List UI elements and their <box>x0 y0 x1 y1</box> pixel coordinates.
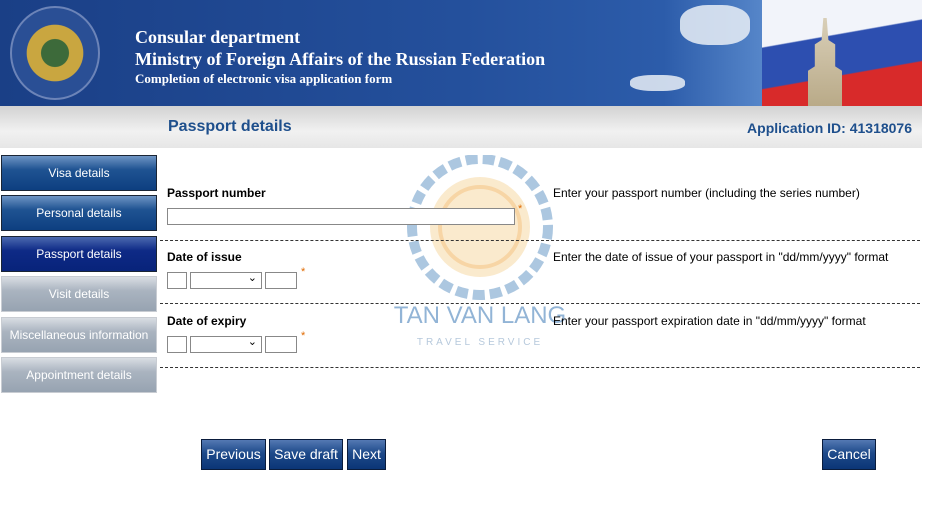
cloud-decoration <box>630 75 685 91</box>
save-draft-button[interactable]: Save draft <box>269 439 343 470</box>
divider <box>160 367 920 368</box>
expiry-month-select[interactable]: ⌄ <box>190 336 262 353</box>
sidebar-item-visit-details: Visit details <box>1 276 157 312</box>
sidebar-item-visa-details[interactable]: Visa details <box>1 155 157 191</box>
watermark-tagline: TRAVEL SERVICE <box>417 337 543 348</box>
date-of-expiry-hint: Enter your passport expiration date in "… <box>553 314 866 328</box>
passport-number-input[interactable] <box>167 208 515 225</box>
passport-number-label: Passport number <box>167 186 266 200</box>
sidebar-item-personal-details[interactable]: Personal details <box>1 195 157 231</box>
page-title: Passport details <box>168 118 292 135</box>
sidebar-item-miscellaneous: Miscellaneous information <box>1 317 157 353</box>
consular-emblem-logo <box>10 6 100 100</box>
issue-month-select[interactable]: ⌄ <box>190 272 262 289</box>
site-header: Consular department Ministry of Foreign … <box>0 0 922 106</box>
divider <box>160 303 920 304</box>
expiry-day-input[interactable] <box>167 336 187 353</box>
watermark-name: TAN VAN LANG <box>394 302 566 329</box>
chevron-down-icon: ⌄ <box>247 336 257 348</box>
previous-button[interactable]: Previous <box>201 439 266 470</box>
chevron-down-icon: ⌄ <box>247 272 257 284</box>
issue-year-input[interactable] <box>265 272 297 289</box>
date-of-expiry-label: Date of expiry <box>167 314 247 328</box>
header-subtitle: Completion of electronic visa applicatio… <box>135 71 393 86</box>
date-of-issue-hint: Enter the date of issue of your passport… <box>553 250 889 264</box>
issue-day-input[interactable] <box>167 272 187 289</box>
expiry-year-input[interactable] <box>265 336 297 353</box>
russian-flag-image <box>762 0 922 106</box>
application-id: Application ID: 41318076 <box>747 120 912 136</box>
cancel-button[interactable]: Cancel <box>822 439 876 470</box>
next-button[interactable]: Next <box>347 439 386 470</box>
header-ministry: Ministry of Foreign Affairs of the Russi… <box>135 49 546 69</box>
tan-van-lang-watermark: TAN VAN LANG TRAVEL SERVICE <box>394 155 566 348</box>
sidebar-item-passport-details[interactable]: Passport details <box>1 236 157 272</box>
passport-number-hint: Enter your passport number (including th… <box>553 186 860 200</box>
header-department: Consular department <box>135 27 301 47</box>
date-of-issue-label: Date of issue <box>167 250 242 264</box>
divider <box>160 240 920 241</box>
required-marker: * <box>518 203 523 215</box>
section-bar: Passport details Application ID: 4131807… <box>0 106 922 148</box>
required-marker: * <box>301 266 306 278</box>
sidebar-item-appointment-details: Appointment details <box>1 357 157 393</box>
required-marker: * <box>301 330 306 342</box>
cloud-decoration <box>680 5 750 45</box>
